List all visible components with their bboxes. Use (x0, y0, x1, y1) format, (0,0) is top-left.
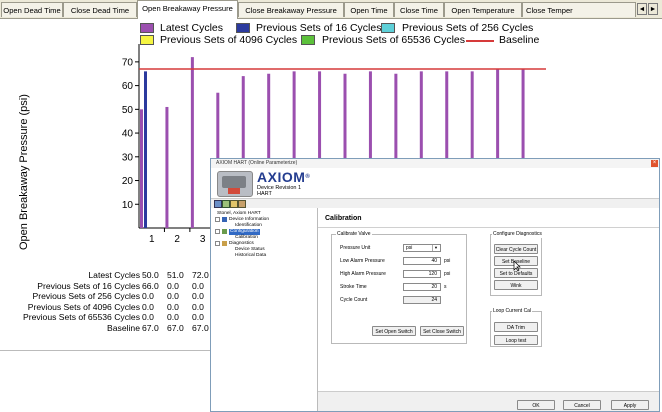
cycle-count-label: Cycle Count (340, 297, 368, 303)
cycle-count-field: 24 (403, 296, 441, 304)
brand-logo: AXIOM® (257, 169, 311, 185)
y-tick-label: 20 (122, 176, 134, 187)
table-cell: 66.0 (142, 280, 159, 291)
table-cell: 67.0 (167, 322, 184, 333)
low-alarm-unit: psi (444, 258, 451, 264)
y-tick-label: 10 (122, 200, 134, 211)
info-icon (222, 217, 227, 222)
refresh-icon[interactable] (222, 200, 230, 208)
group-title: Calibrate Valve (336, 231, 372, 238)
table-cell: 51.0 (167, 270, 184, 280)
table-cell: 67.0 (142, 322, 159, 333)
axiom-hart-dialog: AXIOM HART (Online Parameterize) × AXIOM… (210, 158, 660, 412)
x-tick-label: 2 (174, 234, 180, 245)
device-tree: Stonel, Axiom HART Device Information Id… (211, 208, 318, 411)
high-alarm-field[interactable]: 120 (403, 270, 441, 278)
calibration-panel: Calibration Calibrate Valve Pressure Uni… (318, 208, 659, 391)
table-cell: 0.0 (167, 280, 179, 291)
clear-cycle-count-button[interactable]: Clear Cycle Count (494, 244, 538, 254)
bar (144, 71, 147, 228)
high-alarm-unit: psi (444, 271, 451, 277)
table-cell: 0.0 (192, 301, 204, 312)
stroke-time-field[interactable]: 20 (403, 283, 441, 291)
table-cell: 67.0 (192, 322, 209, 333)
save-icon[interactable] (214, 200, 222, 208)
tab-open-breakaway-pressure[interactable]: Open Breakaway Pressure (137, 0, 238, 19)
stroke-time-unit: s (444, 284, 447, 290)
high-alarm-label: High Alarm Pressure (340, 271, 386, 277)
table-cell: 0.0 (142, 291, 154, 301)
close-icon[interactable]: × (651, 160, 658, 167)
group-title: Loop Current Cal (492, 308, 533, 315)
table-cell: 72.0 (192, 270, 209, 280)
chevron-down-icon[interactable]: ▼ (432, 245, 439, 251)
apply-button[interactable]: Apply (611, 400, 649, 410)
expand-icon[interactable] (215, 241, 220, 246)
table-cell: 0.0 (192, 291, 204, 301)
da-trim-button[interactable]: DA Trim (494, 322, 538, 332)
stroke-time-label: Stroke Time (340, 284, 367, 290)
print-icon[interactable] (230, 200, 238, 208)
low-alarm-label: Low Alarm Pressure (340, 258, 385, 264)
device-header: AXIOM® Device Revision 1 HART (211, 168, 659, 198)
table-cell: 0.0 (142, 301, 154, 312)
y-tick-label: 40 (122, 129, 134, 140)
device-protocol: HART (257, 191, 272, 197)
panel-divider (318, 227, 659, 228)
configuration-icon (222, 229, 227, 234)
bar (190, 57, 194, 229)
pressure-unit-select[interactable]: psi ▼ (403, 244, 441, 252)
set-close-switch-button[interactable]: Set Close Switch (420, 326, 464, 336)
table-cell: 50.0 (142, 270, 159, 280)
bar (140, 109, 143, 228)
bar (165, 106, 169, 228)
ok-button[interactable]: OK (517, 400, 555, 410)
tree-item-historical-data[interactable]: Historical Data (235, 253, 266, 259)
low-alarm-field[interactable]: 40 (403, 257, 441, 265)
table-cell: 0.0 (167, 312, 179, 322)
diagnostics-icon (222, 241, 227, 246)
help-icon[interactable] (238, 200, 246, 208)
y-axis-label: Open Breakaway Pressure (psi) (18, 94, 30, 250)
y-tick-label: 50 (122, 105, 134, 116)
pressure-unit-label: Pressure Unit (340, 245, 371, 251)
x-tick-label: 3 (200, 234, 206, 245)
calibrate-valve-group: Calibrate Valve Pressure Unit psi ▼ Low … (331, 231, 467, 344)
cancel-button[interactable]: Cancel (563, 400, 601, 410)
expand-icon[interactable] (215, 229, 220, 234)
table-cell: 0.0 (192, 312, 204, 322)
cursor-icon (513, 261, 521, 272)
table-cell: 0.0 (142, 312, 154, 322)
y-tick-label: 30 (122, 152, 134, 163)
data-table-cells: 50.0 51.0 72.0 66.0 0.0 0.0 0.0 0.0 0.0 … (0, 270, 210, 350)
dialog-footer: OK Cancel Apply (318, 391, 659, 411)
x-tick-label: 1 (149, 234, 155, 245)
expand-icon[interactable] (215, 217, 220, 222)
wink-button[interactable]: Wink (494, 280, 538, 290)
table-cell: 0.0 (167, 301, 179, 312)
panel-title: Calibration (325, 215, 362, 222)
window-bottom-border (0, 350, 210, 351)
set-open-switch-button[interactable]: Set Open Switch (372, 326, 416, 336)
table-cell: 0.0 (167, 291, 179, 301)
group-title: Configure Diagnostics (492, 231, 543, 238)
loop-test-button[interactable]: Loop test (494, 335, 538, 345)
dialog-title: AXIOM HART (Online Parameterize) (216, 160, 298, 166)
loop-current-cal-group: Loop Current Cal DA Trim Loop test (490, 308, 542, 347)
table-cell: 0.0 (192, 280, 204, 291)
device-image-icon (217, 171, 253, 197)
y-tick-label: 70 (122, 57, 134, 68)
y-tick-label: 60 (122, 81, 134, 92)
